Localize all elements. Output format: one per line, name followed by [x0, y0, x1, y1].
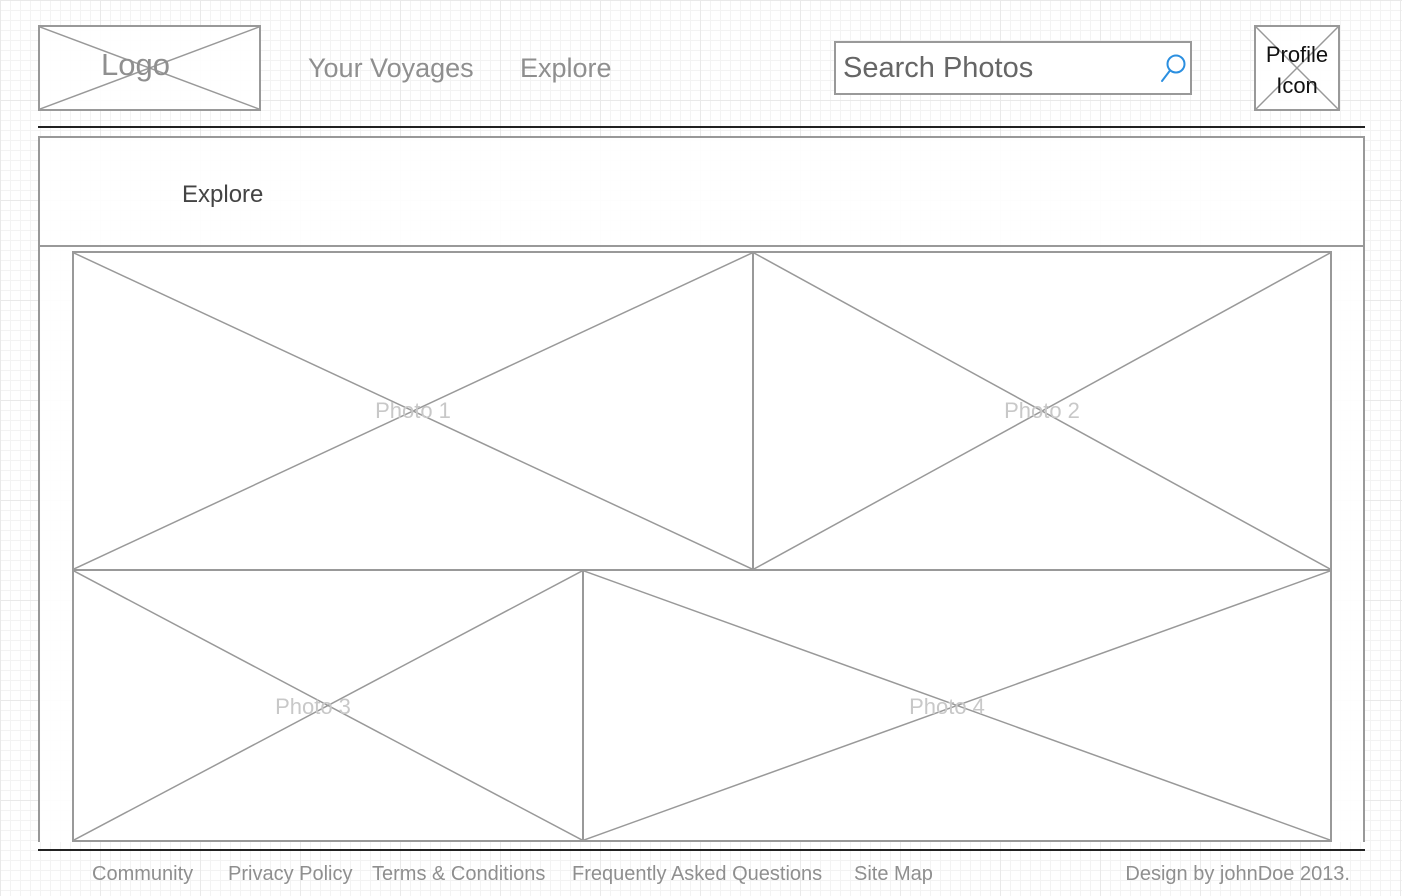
footer-link-terms[interactable]: Terms & Conditions: [372, 862, 545, 886]
photo-label: Photo 1: [375, 398, 451, 423]
nav-explore[interactable]: Explore: [520, 52, 612, 84]
nav-your-voyages[interactable]: Your Voyages: [308, 52, 474, 84]
photo-label: Photo 3: [275, 694, 351, 719]
photo-label: Photo 4: [909, 694, 985, 719]
photo-label: Photo 2: [1004, 398, 1080, 423]
search-box[interactable]: Search Photos: [834, 41, 1192, 95]
profile-icon[interactable]: Profile Icon: [1254, 25, 1340, 111]
footer-link-faq[interactable]: Frequently Asked Questions: [572, 862, 822, 886]
search-input[interactable]: Search Photos: [843, 52, 1033, 84]
logo-placeholder[interactable]: Logo: [38, 25, 261, 111]
footer-link-privacy-policy[interactable]: Privacy Policy: [228, 862, 352, 886]
footer-link-community[interactable]: Community: [92, 862, 193, 886]
photo-placeholder-3[interactable]: Photo 3: [72, 569, 584, 842]
photo-placeholder-4[interactable]: Photo 4: [582, 569, 1332, 842]
footer-link-site-map[interactable]: Site Map: [854, 862, 933, 886]
profile-label-line1: Profile: [1265, 42, 1329, 67]
logo-label: Logo: [101, 47, 170, 82]
search-icon[interactable]: [1158, 52, 1188, 86]
footer-credit: Design by johnDoe 2013.: [1125, 863, 1350, 885]
profile-label-line2: Icon: [1276, 73, 1318, 98]
banner: Explore: [38, 136, 1365, 247]
photo-placeholder-1[interactable]: Photo 1: [72, 251, 754, 571]
footer-divider: [38, 849, 1365, 851]
banner-title: Explore: [182, 181, 264, 208]
photo-placeholder-2[interactable]: Photo 2: [752, 251, 1332, 571]
header-divider: [38, 126, 1365, 128]
